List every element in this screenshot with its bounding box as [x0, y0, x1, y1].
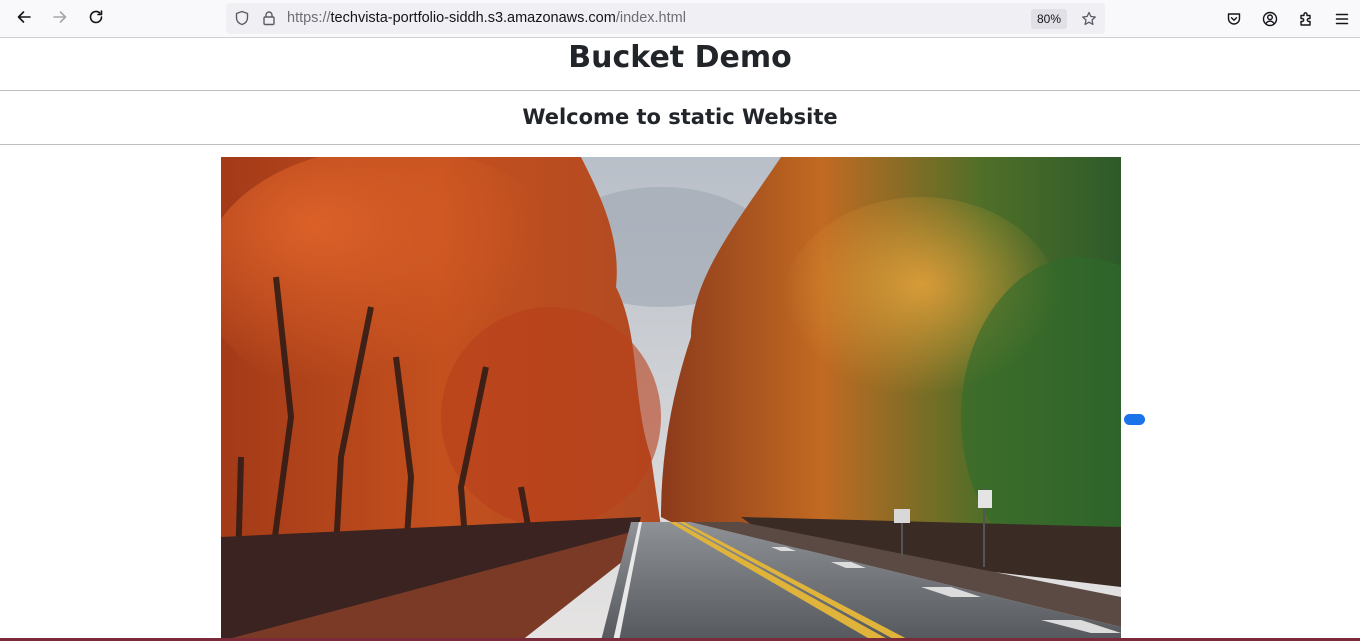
url-host: techvista-portfolio-siddh.s3.amazonaws.c… [330, 10, 616, 26]
reload-icon [88, 9, 104, 29]
url-bar[interactable]: https://techvista-portfolio-siddh.s3.ama… [226, 3, 1105, 34]
url-scheme: https:// [287, 10, 331, 26]
pocket-icon [1226, 11, 1242, 27]
account-button[interactable] [1256, 5, 1284, 33]
page-subtitle: Welcome to static Website [522, 105, 838, 129]
divider [0, 90, 1360, 91]
pocket-button[interactable] [1220, 5, 1248, 33]
url-path: /index.html [615, 10, 686, 26]
lock-icon[interactable] [261, 10, 277, 26]
arrow-left-icon [16, 9, 32, 29]
forward-button[interactable] [46, 5, 74, 33]
floating-widget-handle[interactable] [1124, 414, 1145, 425]
account-icon [1262, 11, 1278, 27]
hamburger-menu-icon [1334, 11, 1350, 27]
back-button[interactable] [10, 5, 38, 33]
puzzle-icon [1298, 11, 1314, 27]
shield-icon[interactable] [234, 10, 250, 26]
divider [0, 144, 1360, 145]
reload-button[interactable] [82, 5, 110, 33]
zoom-level-button[interactable]: 80% [1031, 9, 1068, 29]
extensions-button[interactable] [1292, 5, 1320, 33]
star-icon [1081, 11, 1097, 27]
autumn-road-photo [221, 157, 1121, 641]
web-page: Bucket Demo Welcome to static Website [0, 38, 1360, 641]
page-title: Bucket Demo [568, 40, 792, 75]
bookmark-button[interactable] [1079, 9, 1099, 29]
url-text[interactable]: https://techvista-portfolio-siddh.s3.ama… [287, 10, 686, 27]
arrow-right-icon [52, 9, 68, 29]
browser-toolbar: https://techvista-portfolio-siddh.s3.ama… [0, 0, 1360, 38]
app-menu-button[interactable] [1328, 5, 1356, 33]
